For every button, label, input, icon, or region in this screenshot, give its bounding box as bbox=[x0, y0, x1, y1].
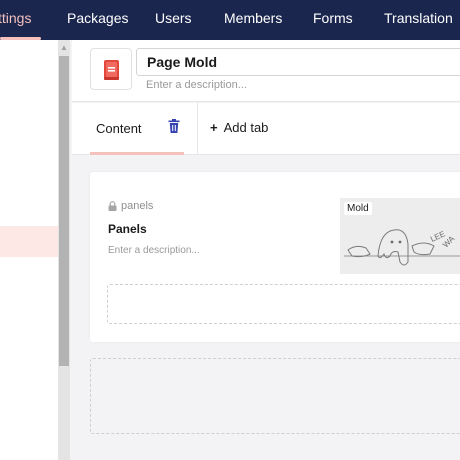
group-thumbnail[interactable]: LEE WA Mold bbox=[340, 198, 460, 274]
group-description-field[interactable]: Enter a description... bbox=[108, 245, 200, 256]
nav-item-users[interactable]: Users bbox=[155, 0, 192, 40]
thumbnail-label: Mold bbox=[344, 202, 372, 215]
tabs-bar: Content + Add tab bbox=[72, 103, 460, 155]
active-tab-indicator bbox=[90, 152, 184, 155]
tab-content[interactable]: Content bbox=[90, 103, 184, 155]
tab-content-label: Content bbox=[96, 121, 142, 136]
document-type-description-field[interactable]: Enter a description... bbox=[146, 79, 247, 91]
add-tab-label: Add tab bbox=[223, 120, 269, 135]
add-property-dropzone[interactable] bbox=[107, 284, 460, 324]
group-name[interactable]: Panels bbox=[108, 222, 147, 236]
add-tab-button[interactable]: + Add tab bbox=[210, 120, 268, 140]
editor-header: Page Mold Enter a description... bbox=[72, 40, 460, 102]
nav-item-translation[interactable]: Translation bbox=[384, 0, 453, 40]
document-icon bbox=[104, 60, 119, 80]
tree-scrollbar-thumb[interactable] bbox=[59, 56, 69, 366]
plus-icon: + bbox=[210, 120, 218, 135]
add-group-dropzone[interactable] bbox=[90, 358, 460, 434]
group-alias: panels bbox=[121, 200, 154, 212]
document-type-name-field[interactable]: Page Mold bbox=[136, 48, 460, 76]
document-type-icon-picker[interactable] bbox=[90, 48, 132, 90]
document-type-name: Page Mold bbox=[147, 54, 218, 70]
nav-item-packages[interactable]: Packages bbox=[67, 0, 128, 40]
nav-item-members[interactable]: Members bbox=[224, 0, 282, 40]
lock-icon[interactable] bbox=[108, 201, 117, 211]
nav-item-forms[interactable]: Forms bbox=[313, 0, 353, 40]
group-card: panels Panels Enter a description... LEE… bbox=[90, 172, 460, 342]
trash-icon[interactable] bbox=[168, 119, 180, 133]
top-navigation: ttings Packages Users Members Forms Tran… bbox=[0, 0, 460, 40]
scroll-up-arrow-icon[interactable]: ▲ bbox=[59, 43, 69, 53]
tree-selected-item[interactable] bbox=[0, 226, 58, 257]
tab-divider bbox=[197, 103, 198, 155]
nav-item-settings[interactable]: ttings bbox=[0, 0, 31, 40]
